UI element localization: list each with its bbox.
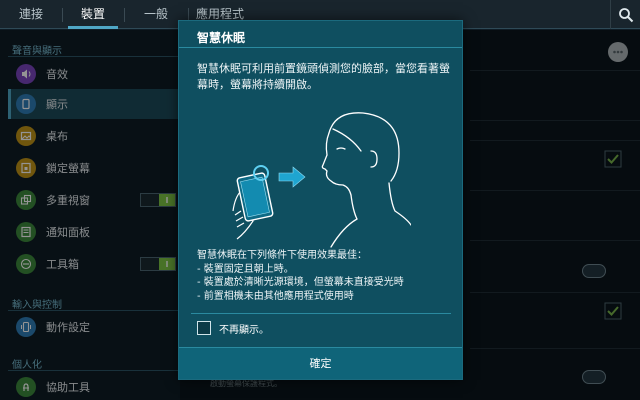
face-detection-illustration xyxy=(232,112,411,248)
dialog-divider xyxy=(191,313,451,314)
smart-stay-dialog: 智慧休眠 智慧休眠可利用前置鏡頭偵測您的臉部，當您看著螢幕時，螢幕將持續開啟。 … xyxy=(178,20,463,380)
dont-show-again-label: 不再顯示。 xyxy=(219,324,269,336)
condition-item: - 裝置固定且朝上時。 xyxy=(197,263,294,275)
dialog-title-divider xyxy=(179,47,462,48)
condition-item: - 裝置處於清晰光源環境，但螢幕未直接受光時 xyxy=(197,277,404,288)
dont-show-again-row[interactable]: 不再顯示。 xyxy=(197,320,269,336)
ok-button[interactable]: 確定 xyxy=(179,347,462,379)
search-button[interactable] xyxy=(610,0,640,29)
dialog-title: 智慧休眠 xyxy=(197,31,246,45)
dialog-intro-text: 智慧休眠可利用前置鏡頭偵測您的臉部，當您看著螢幕時，螢幕將持續開啟。 xyxy=(197,62,450,91)
dont-show-again-checkbox[interactable] xyxy=(197,321,211,335)
tab-device[interactable]: 裝置 xyxy=(62,0,124,29)
dialog-conditions: 智慧休眠在下列條件下使用效果最佳： - 裝置固定且朝上時。 - 裝置處於清晰光源… xyxy=(197,249,457,303)
search-icon xyxy=(618,7,633,22)
conditions-title: 智慧休眠在下列條件下使用效果最佳： xyxy=(197,250,367,261)
condition-item: - 前置相機未由其他應用程式使用時 xyxy=(197,290,354,302)
tab-connections[interactable]: 連接 xyxy=(0,0,62,29)
